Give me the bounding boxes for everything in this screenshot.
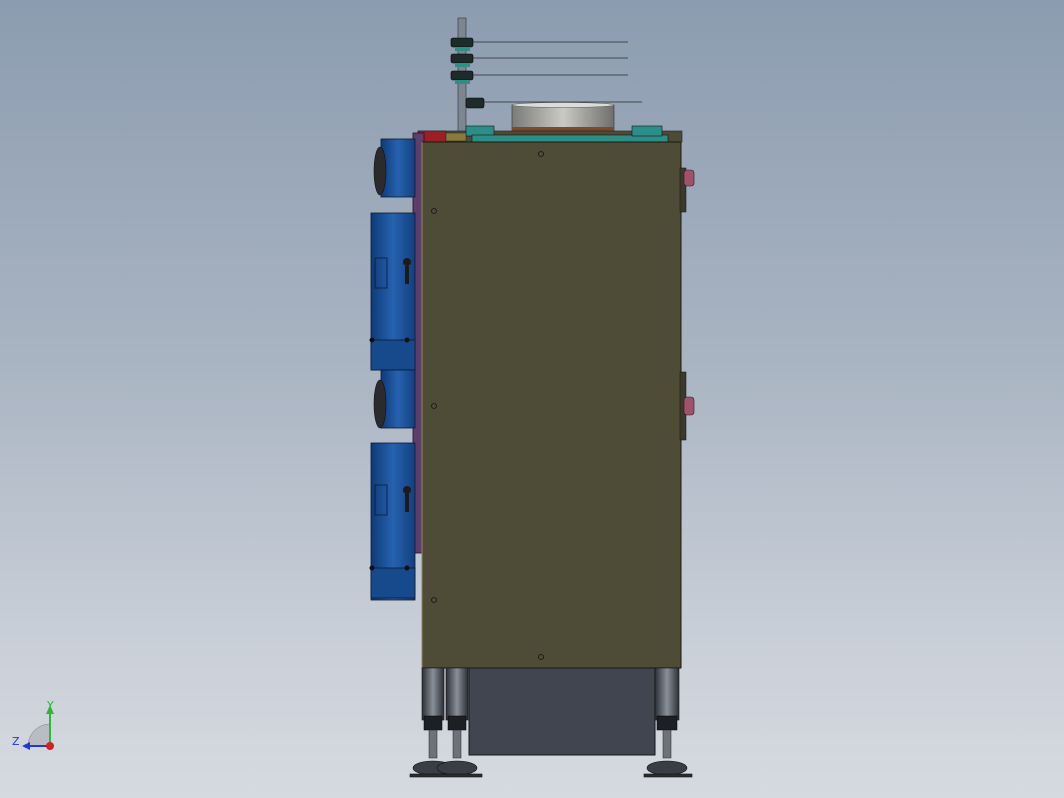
- z-axis-label: Z: [12, 735, 20, 748]
- main-panel: [421, 141, 682, 669]
- sensor-4: [465, 97, 485, 109]
- graphics-viewport[interactable]: Y Z: [0, 0, 1064, 798]
- connector-lower: [679, 371, 695, 441]
- y-axis-label: Y: [47, 699, 54, 712]
- motor-upper: [369, 138, 416, 371]
- sensor-3: [450, 70, 474, 84]
- top-drum: [511, 102, 615, 134]
- motor-lower: [369, 369, 416, 601]
- x-axis-origin: [46, 742, 54, 750]
- sensor-2: [450, 53, 474, 67]
- leg-left-1: [421, 667, 445, 759]
- leg-left-2: [445, 667, 469, 759]
- leg-right: [654, 667, 680, 759]
- triad-plane-quarter: [27, 723, 51, 747]
- connector-upper: [679, 167, 695, 213]
- cad-model[interactable]: [0, 0, 1064, 798]
- base-box: [468, 667, 656, 756]
- sensor-1: [450, 37, 474, 51]
- z-axis-arrow: [22, 742, 30, 750]
- feet: [409, 760, 693, 778]
